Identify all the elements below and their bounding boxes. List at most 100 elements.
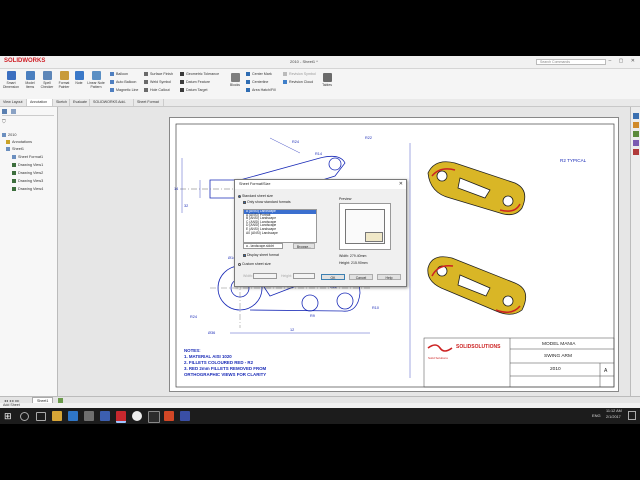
tables-button[interactable]: Tables bbox=[320, 73, 334, 87]
tree-item-drawing-view2[interactable]: Drawing View2 bbox=[12, 171, 43, 175]
auto-balloon-button[interactable]: Auto Balloon bbox=[110, 80, 136, 85]
tree-item-drawing-view1[interactable]: Drawing View1 bbox=[12, 163, 43, 167]
design-library-icon[interactable] bbox=[633, 122, 639, 128]
notifications-icon[interactable] bbox=[628, 411, 636, 420]
dim-label[interactable]: Ø36 bbox=[208, 331, 215, 335]
tree-item-sheet1[interactable]: Sheet1 bbox=[6, 147, 24, 151]
dialog-title[interactable]: Sheet Format/Size bbox=[235, 180, 406, 189]
format-item[interactable]: A0 (ANSI) Landscape bbox=[244, 231, 316, 236]
dim-label[interactable]: 12 bbox=[290, 328, 294, 332]
tree-item-sheet-format1[interactable]: Sheet Format1 bbox=[12, 155, 43, 159]
close-icon[interactable]: ✕ bbox=[399, 181, 403, 187]
powerpoint-icon[interactable] bbox=[164, 411, 174, 421]
display-format-checkbox[interactable]: Display sheet format bbox=[243, 253, 279, 257]
revision-cloud-button[interactable]: Revision Cloud bbox=[283, 80, 313, 85]
solidworks-taskbar-icon[interactable] bbox=[116, 411, 126, 423]
filter-icon[interactable]: ⛉ bbox=[2, 119, 6, 125]
cancel-button[interactable]: Cancel bbox=[349, 274, 373, 280]
custom-size-radio[interactable]: Custom sheet size bbox=[238, 262, 271, 266]
note-line[interactable]: 1. MATERIAL AISI 1020 bbox=[184, 354, 232, 359]
tree-item-drawing-view3[interactable]: Drawing View3 bbox=[12, 179, 43, 183]
only-standard-checkbox[interactable]: Only show standard formats bbox=[243, 200, 291, 204]
windows-start-icon[interactable]: ⊞ bbox=[4, 411, 14, 421]
note-line[interactable]: ORTHOGRAPHIC VIEWS FOR CLARITY bbox=[184, 372, 266, 377]
geometric-tolerance-button[interactable]: Geometric Tolerance bbox=[180, 72, 219, 77]
datum-feature-button[interactable]: Datum Feature bbox=[180, 80, 210, 85]
tab-solidworks-addins[interactable]: SOLIDWORKS Add-Ins bbox=[90, 99, 134, 111]
center-mark-button[interactable]: Center Mark bbox=[246, 72, 272, 77]
tab-annotation[interactable]: Annotation bbox=[27, 99, 53, 106]
dim-label[interactable]: R9 bbox=[310, 314, 315, 318]
weld-symbol-button[interactable]: Weld Symbol bbox=[144, 80, 171, 85]
standard-size-radio[interactable]: Standard sheet size bbox=[238, 194, 273, 198]
resources-icon[interactable] bbox=[633, 113, 639, 119]
tab-sheet-format[interactable]: Sheet Format bbox=[134, 99, 164, 106]
dim-label[interactable]: 32 bbox=[184, 204, 188, 208]
linear-note-pattern-button[interactable]: Linear Note Pattern bbox=[86, 71, 106, 89]
settings-app-icon[interactable] bbox=[180, 411, 190, 421]
word-icon[interactable] bbox=[100, 411, 110, 421]
datum-target-button[interactable]: Datum Target bbox=[180, 88, 208, 93]
balloon-button[interactable]: Balloon bbox=[110, 72, 128, 77]
spell-checker-button[interactable]: Spell Checker bbox=[39, 71, 55, 89]
preview-height: Height: 215.90mm bbox=[339, 261, 368, 265]
task-view-icon[interactable] bbox=[36, 412, 46, 421]
revision-symbol-button[interactable]: Revision Symbol bbox=[283, 72, 316, 77]
sheet-format-size-dialog[interactable]: Sheet Format/Size ✕ Standard sheet size … bbox=[234, 179, 407, 287]
panel-tabs[interactable] bbox=[2, 109, 54, 116]
tab-sketch[interactable]: Sketch bbox=[53, 99, 70, 106]
model-items-button[interactable]: Model Items bbox=[22, 71, 38, 89]
custom-height-field[interactable] bbox=[293, 273, 315, 279]
window-controls[interactable]: – ▢ ✕ bbox=[609, 58, 638, 64]
property-manager-tab-icon[interactable] bbox=[11, 109, 17, 114]
dim-label[interactable]: R2 TYPICAL bbox=[560, 158, 586, 163]
calculator-icon[interactable] bbox=[84, 411, 94, 421]
file-explorer-icon[interactable] bbox=[633, 131, 639, 137]
centerline-button[interactable]: Centerline bbox=[246, 80, 268, 85]
dim-label[interactable]: R24 bbox=[292, 140, 299, 144]
tree-item-annotations[interactable]: Annotations bbox=[6, 140, 32, 144]
view-palette-icon[interactable] bbox=[633, 140, 639, 146]
tab-view-layout[interactable]: View Layout bbox=[0, 99, 27, 106]
ok-button[interactable]: OK bbox=[321, 274, 345, 280]
chrome-icon[interactable] bbox=[132, 411, 142, 421]
format-file-field[interactable]: a - landscape.slddrt bbox=[243, 243, 283, 249]
dim-label[interactable]: R14 bbox=[315, 152, 322, 156]
note-button[interactable]: Note bbox=[73, 71, 85, 85]
format-painter-button[interactable]: Format Painter bbox=[56, 71, 72, 89]
screen-recorder-icon[interactable] bbox=[148, 411, 160, 423]
note-line[interactable]: 2. FILLETS COLOURED RED - R2 bbox=[184, 360, 253, 365]
file-explorer-taskbar-icon[interactable] bbox=[52, 411, 62, 421]
dim-label[interactable]: R22 bbox=[365, 136, 372, 140]
language-indicator[interactable]: ENG bbox=[592, 413, 601, 418]
clock-date[interactable]: 2/1/2017 bbox=[606, 415, 621, 419]
tab-evaluate[interactable]: Evaluate bbox=[70, 99, 90, 106]
tree-item-drawing-view4[interactable]: Drawing View4 bbox=[12, 187, 43, 191]
tree-item-label: Drawing View2 bbox=[18, 171, 44, 175]
blocks-button[interactable]: Blocks bbox=[228, 73, 242, 87]
area-hatch-fill-button[interactable]: Area Hatch/Fill bbox=[246, 88, 276, 93]
surface-finish-button[interactable]: Surface Finish bbox=[144, 72, 173, 77]
note-line[interactable]: 3. RED 2mm FILLETS REMOVED FROM bbox=[184, 366, 266, 371]
hole-callout-button[interactable]: Hole Callout bbox=[144, 88, 170, 93]
notes-heading[interactable]: NOTES: bbox=[184, 348, 201, 353]
sheet-format-list[interactable]: A (ANSI) Landscape A (ANSI) Portrait B (… bbox=[243, 209, 317, 243]
custom-width-field[interactable] bbox=[253, 273, 277, 279]
appearances-icon[interactable] bbox=[633, 149, 639, 155]
tree-root[interactable]: 2010 bbox=[2, 133, 16, 137]
clock-time[interactable]: 11:12 AM bbox=[606, 409, 622, 413]
datum-feature-label: Datum Feature bbox=[186, 80, 210, 84]
dim-label[interactable]: 14 bbox=[174, 187, 178, 191]
feature-tree-tab-icon[interactable] bbox=[2, 109, 7, 114]
edge-browser-icon[interactable] bbox=[68, 411, 78, 421]
dim-label[interactable]: R24 bbox=[190, 315, 197, 319]
only-standard-label: Only show standard formats bbox=[247, 200, 291, 204]
magnetic-line-button[interactable]: Magnetic Line bbox=[110, 88, 138, 93]
browse-button[interactable]: Browse... bbox=[293, 243, 315, 249]
smart-dimension-button[interactable]: Smart Dimension bbox=[2, 71, 20, 89]
search-icon[interactable] bbox=[20, 412, 29, 421]
centerline-icon bbox=[246, 80, 250, 85]
help-button[interactable]: Help bbox=[377, 274, 401, 280]
dim-label[interactable]: R10 bbox=[372, 306, 379, 310]
search-commands-input[interactable]: Search Commands bbox=[536, 59, 606, 65]
